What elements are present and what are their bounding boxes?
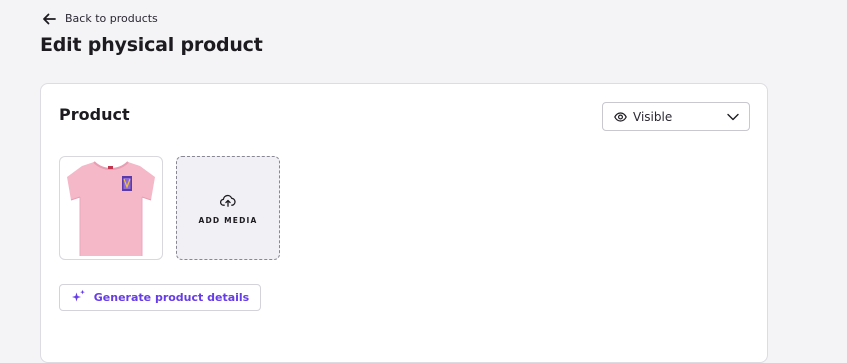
chevron-down-icon <box>727 113 739 121</box>
sparkles-icon <box>71 289 86 306</box>
product-card: Product Visible ADD MEDIA Generate produ… <box>40 83 768 363</box>
visibility-select[interactable]: Visible <box>602 102 750 131</box>
arrow-left-icon <box>42 13 56 25</box>
visibility-value: Visible <box>633 109 673 124</box>
back-to-products-link[interactable]: Back to products <box>42 12 158 25</box>
product-image-thumbnail[interactable] <box>59 156 163 260</box>
back-link-label: Back to products <box>65 12 158 25</box>
cloud-upload-icon <box>220 192 236 211</box>
tshirt-image <box>67 161 155 256</box>
eye-icon <box>614 111 627 122</box>
add-media-button[interactable]: ADD MEDIA <box>176 156 280 260</box>
generate-product-details-button[interactable]: Generate product details <box>59 284 261 311</box>
add-media-label: ADD MEDIA <box>198 215 258 225</box>
page-title: Edit physical product <box>40 34 263 56</box>
generate-label: Generate product details <box>93 291 250 304</box>
product-card-title: Product <box>59 105 130 124</box>
